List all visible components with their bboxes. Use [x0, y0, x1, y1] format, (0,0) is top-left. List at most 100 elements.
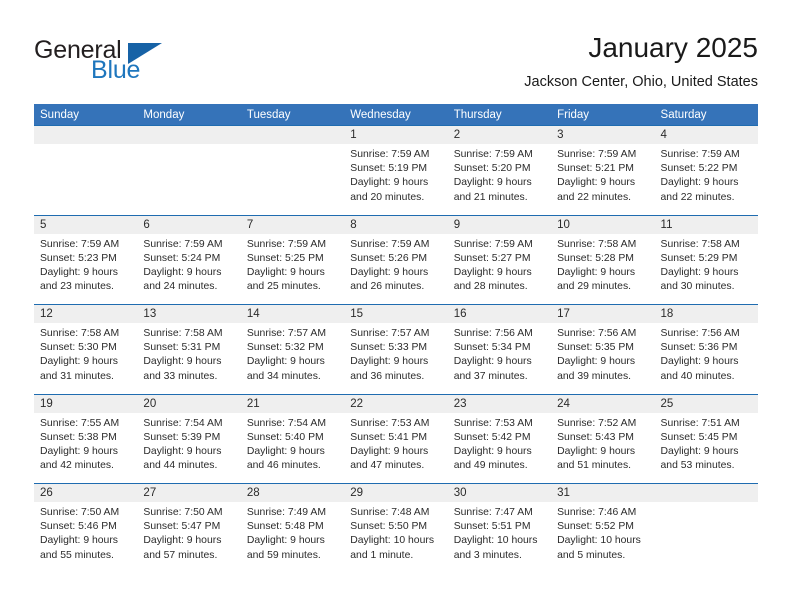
weekday-header-monday: Monday — [143, 109, 185, 121]
day-cell[interactable]: 18 Sunrise: 7:56 AM Sunset: 5:36 PM Dayl… — [654, 305, 758, 394]
day-number: 9 — [447, 215, 552, 234]
daylight-text: Daylight: 9 hours and 46 minutes. — [246, 445, 325, 472]
day-number: 28 — [240, 484, 345, 502]
day-cell[interactable]: 3 Sunrise: 7:59 AM Sunset: 5:21 PM Dayli… — [551, 126, 655, 215]
day-number: 31 — [551, 484, 655, 502]
day-cell[interactable]: 16 Sunrise: 7:56 AM Sunset: 5:34 PM Dayl… — [447, 305, 552, 394]
day-cell[interactable]: 4 Sunrise: 7:59 AM Sunset: 5:22 PM Dayli… — [654, 126, 758, 215]
sunset-text: Sunset: 5:24 PM — [143, 252, 221, 264]
day-number: 6 — [137, 215, 241, 234]
day-cell[interactable]: 17 Sunrise: 7:56 AM Sunset: 5:35 PM Dayl… — [551, 305, 655, 394]
day-cell[interactable]: 19 Sunrise: 7:55 AM Sunset: 5:38 PM Dayl… — [34, 394, 138, 483]
day-cell[interactable]: 26 Sunrise: 7:50 AM Sunset: 5:46 PM Dayl… — [34, 484, 138, 573]
day-details: Sunrise: 7:52 AM Sunset: 5:43 PM Dayligh… — [551, 413, 654, 474]
day-details: Sunrise: 7:59 AM Sunset: 5:19 PM Dayligh… — [344, 144, 447, 205]
calendar-grid: Sunday Monday Tuesday Wednesday Thursday… — [34, 104, 758, 573]
day-details: Sunrise: 7:58 AM Sunset: 5:30 PM Dayligh… — [34, 323, 137, 384]
daylight-text: Daylight: 9 hours and 28 minutes. — [453, 266, 532, 293]
sunrise-text: Sunrise: 7:59 AM — [143, 238, 223, 250]
sunset-text: Sunset: 5:26 PM — [350, 252, 428, 264]
day-cell[interactable]: 30 Sunrise: 7:47 AM Sunset: 5:51 PM Dayl… — [447, 484, 552, 573]
sunset-text: Sunset: 5:40 PM — [246, 431, 324, 443]
sunrise-text: Sunrise: 7:58 AM — [557, 238, 637, 250]
day-number: 10 — [551, 215, 655, 234]
day-cell[interactable]: 9 Sunrise: 7:59 AM Sunset: 5:27 PM Dayli… — [447, 215, 552, 304]
day-cell[interactable]: 12 Sunrise: 7:58 AM Sunset: 5:30 PM Dayl… — [34, 305, 138, 394]
day-cell[interactable]: 24 Sunrise: 7:52 AM Sunset: 5:43 PM Dayl… — [551, 394, 655, 483]
sunset-text: Sunset: 5:39 PM — [143, 431, 221, 443]
sunset-text: Sunset: 5:41 PM — [350, 431, 428, 443]
sunrise-text: Sunrise: 7:54 AM — [143, 417, 223, 429]
day-details: Sunrise: 7:51 AM Sunset: 5:45 PM Dayligh… — [655, 413, 758, 474]
day-number: 11 — [654, 215, 758, 234]
sunset-text: Sunset: 5:48 PM — [246, 521, 324, 533]
weekday-header-thursday: Thursday — [453, 109, 502, 121]
sunset-text: Sunset: 5:29 PM — [660, 252, 738, 264]
day-cell[interactable]: 21 Sunrise: 7:54 AM Sunset: 5:40 PM Dayl… — [240, 394, 345, 483]
sunrise-text: Sunrise: 7:56 AM — [557, 328, 637, 339]
day-cell[interactable] — [34, 126, 138, 215]
day-number: 12 — [34, 305, 138, 323]
day-cell[interactable]: 14 Sunrise: 7:57 AM Sunset: 5:32 PM Dayl… — [240, 305, 345, 394]
day-number: 17 — [551, 305, 655, 323]
general-blue-logo[interactable]: General Blue — [34, 36, 214, 88]
daylight-text: Daylight: 9 hours and 55 minutes. — [40, 535, 118, 561]
day-cell[interactable]: 11 Sunrise: 7:58 AM Sunset: 5:29 PM Dayl… — [654, 215, 758, 304]
day-details — [241, 144, 344, 148]
sunrise-text: Sunrise: 7:53 AM — [453, 417, 533, 429]
day-cell[interactable]: 28 Sunrise: 7:49 AM Sunset: 5:48 PM Dayl… — [240, 484, 345, 573]
day-cell[interactable]: 29 Sunrise: 7:48 AM Sunset: 5:50 PM Dayl… — [344, 484, 448, 573]
daylight-text: Daylight: 9 hours and 42 minutes. — [40, 445, 118, 472]
day-cell[interactable]: 25 Sunrise: 7:51 AM Sunset: 5:45 PM Dayl… — [654, 394, 758, 483]
sunset-text: Sunset: 5:20 PM — [453, 163, 531, 175]
week-row: 12 Sunrise: 7:58 AM Sunset: 5:30 PM Dayl… — [34, 304, 758, 394]
sunrise-text: Sunrise: 7:58 AM — [660, 238, 740, 250]
day-cell[interactable]: 7 Sunrise: 7:59 AM Sunset: 5:25 PM Dayli… — [240, 215, 345, 304]
day-cell[interactable]: 8 Sunrise: 7:59 AM Sunset: 5:26 PM Dayli… — [344, 215, 448, 304]
day-cell[interactable]: 5 Sunrise: 7:59 AM Sunset: 5:23 PM Dayli… — [34, 215, 138, 304]
daylight-text: Daylight: 9 hours and 37 minutes. — [453, 356, 532, 382]
day-cell[interactable] — [137, 126, 241, 215]
logo-text-blue: Blue — [91, 56, 141, 84]
weekday-header-saturday: Saturday — [660, 109, 707, 121]
day-details — [34, 144, 137, 148]
day-cell[interactable]: 6 Sunrise: 7:59 AM Sunset: 5:24 PM Dayli… — [137, 215, 241, 304]
day-number: 26 — [34, 484, 138, 502]
day-number — [137, 126, 241, 144]
daylight-text: Daylight: 9 hours and 21 minutes. — [453, 177, 532, 203]
day-cell[interactable]: 1 Sunrise: 7:59 AM Sunset: 5:19 PM Dayli… — [344, 126, 448, 215]
day-cell[interactable]: 20 Sunrise: 7:54 AM Sunset: 5:39 PM Dayl… — [137, 394, 241, 483]
weekday-header-wednesday: Wednesday — [350, 109, 411, 121]
day-details: Sunrise: 7:59 AM Sunset: 5:23 PM Dayligh… — [34, 234, 137, 295]
sunrise-text: Sunrise: 7:59 AM — [350, 238, 430, 250]
day-cell[interactable]: 31 Sunrise: 7:46 AM Sunset: 5:52 PM Dayl… — [551, 484, 655, 573]
day-number: 3 — [551, 126, 655, 144]
day-cell[interactable]: 10 Sunrise: 7:58 AM Sunset: 5:28 PM Dayl… — [551, 215, 655, 304]
day-cell[interactable]: 27 Sunrise: 7:50 AM Sunset: 5:47 PM Dayl… — [137, 484, 241, 573]
day-details: Sunrise: 7:58 AM Sunset: 5:29 PM Dayligh… — [655, 234, 758, 295]
day-details: Sunrise: 7:59 AM Sunset: 5:25 PM Dayligh… — [241, 234, 344, 295]
day-details: Sunrise: 7:59 AM Sunset: 5:27 PM Dayligh… — [448, 234, 551, 295]
day-cell[interactable]: 22 Sunrise: 7:53 AM Sunset: 5:41 PM Dayl… — [344, 394, 448, 483]
day-cell[interactable]: 23 Sunrise: 7:53 AM Sunset: 5:42 PM Dayl… — [447, 394, 552, 483]
daylight-text: Daylight: 9 hours and 53 minutes. — [660, 445, 739, 472]
day-cell[interactable] — [240, 126, 345, 215]
weekday-header-tuesday: Tuesday — [246, 109, 291, 121]
day-number: 15 — [344, 305, 448, 323]
sunset-text: Sunset: 5:31 PM — [143, 342, 221, 354]
sunrise-text: Sunrise: 7:59 AM — [246, 238, 326, 250]
day-number: 7 — [240, 215, 345, 234]
sunrise-text: Sunrise: 7:48 AM — [350, 507, 430, 518]
day-cell[interactable] — [654, 484, 758, 573]
day-cell[interactable]: 15 Sunrise: 7:57 AM Sunset: 5:33 PM Dayl… — [344, 305, 448, 394]
sunrise-text: Sunrise: 7:56 AM — [453, 328, 533, 339]
sunrise-text: Sunrise: 7:59 AM — [40, 238, 120, 250]
location-subtitle: Jackson Center, Ohio, United States — [524, 74, 758, 90]
day-number: 29 — [344, 484, 448, 502]
calendar-page: General Blue January 2025 Jackson Center… — [0, 0, 792, 612]
day-cell[interactable]: 13 Sunrise: 7:58 AM Sunset: 5:31 PM Dayl… — [137, 305, 241, 394]
day-cell[interactable]: 2 Sunrise: 7:59 AM Sunset: 5:20 PM Dayli… — [447, 126, 552, 215]
sunrise-text: Sunrise: 7:59 AM — [350, 149, 430, 160]
sunset-text: Sunset: 5:22 PM — [660, 163, 738, 175]
daylight-text: Daylight: 10 hours and 1 minute. — [350, 535, 435, 561]
